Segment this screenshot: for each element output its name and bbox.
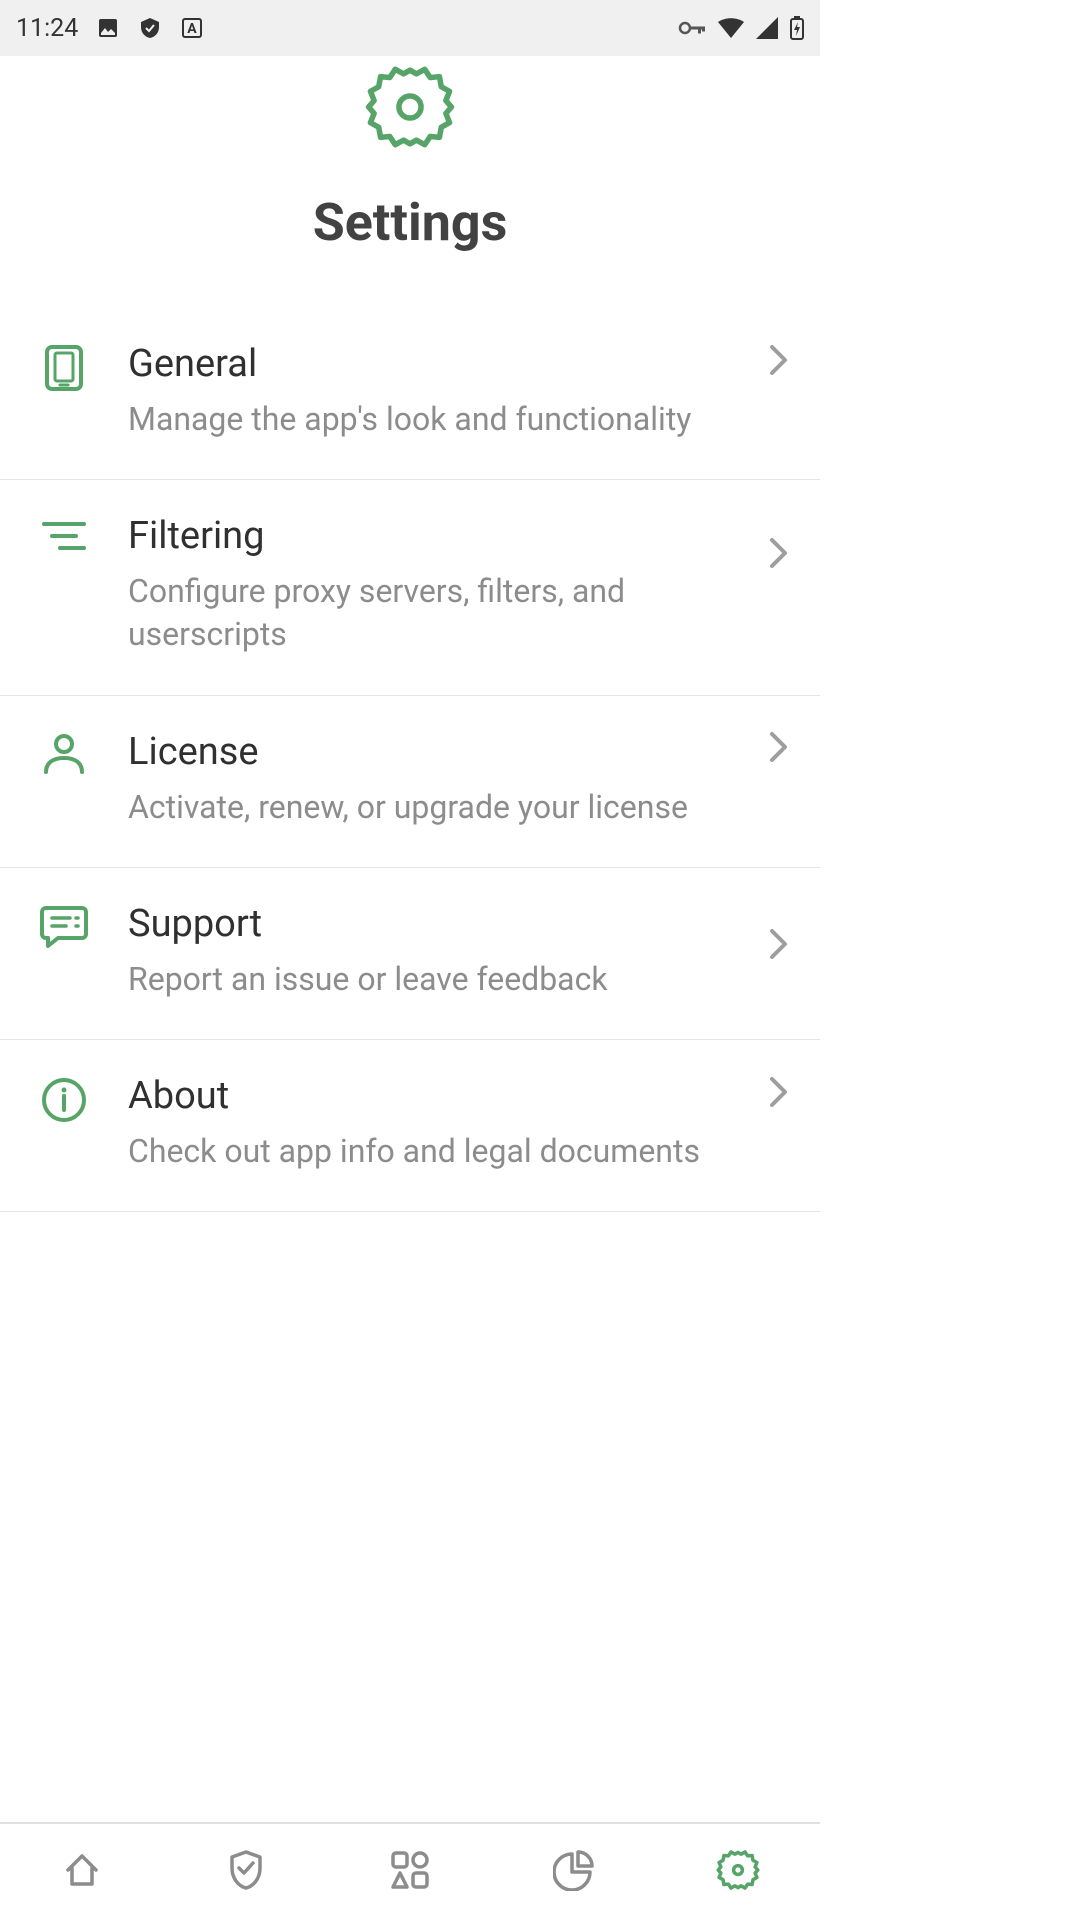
item-title: General (128, 342, 748, 386)
gear-icon (364, 61, 456, 157)
item-body: General Manage the app's look and functi… (128, 342, 768, 441)
item-subtitle: Report an issue or leave feedback (128, 958, 748, 1001)
image-icon (96, 16, 120, 40)
svg-text:A: A (188, 21, 198, 37)
apps-icon (389, 1849, 431, 1895)
item-subtitle: Configure proxy servers, filters, and us… (128, 570, 748, 656)
settings-item-license[interactable]: License Activate, renew, or upgrade your… (0, 696, 820, 868)
item-subtitle: Activate, renew, or upgrade your license (128, 786, 748, 829)
wifi-icon (718, 18, 744, 38)
settings-item-about[interactable]: About Check out app info and legal docum… (0, 1040, 820, 1212)
nav-apps[interactable] (328, 1824, 492, 1920)
home-icon (62, 1850, 102, 1894)
settings-item-general[interactable]: General Manage the app's look and functi… (0, 308, 820, 480)
settings-item-filtering[interactable]: Filtering Configure proxy servers, filte… (0, 480, 820, 695)
cellular-icon (756, 17, 778, 39)
item-body: About Check out app info and legal docum… (128, 1074, 768, 1173)
chevron-right-icon (768, 1075, 798, 1113)
chevron-right-icon (768, 927, 798, 965)
status-right (678, 16, 804, 40)
shield-check-icon (138, 16, 162, 40)
nav-settings[interactable] (656, 1824, 820, 1920)
item-subtitle: Check out app info and legal documents (128, 1130, 748, 1173)
item-title: Filtering (128, 514, 748, 558)
nav-stats[interactable] (492, 1824, 656, 1920)
item-body: Support Report an issue or leave feedbac… (128, 902, 768, 1001)
status-bar: 11:24 A (0, 0, 820, 56)
chevron-right-icon (768, 343, 798, 381)
item-body: Filtering Configure proxy servers, filte… (128, 514, 768, 656)
nav-home[interactable] (0, 1824, 164, 1920)
filter-icon (40, 516, 88, 556)
settings-list: General Manage the app's look and functi… (0, 308, 820, 1212)
shield-icon (226, 1848, 266, 1896)
bottom-nav (0, 1822, 820, 1920)
settings-item-support[interactable]: Support Report an issue or leave feedbac… (0, 868, 820, 1040)
chevron-right-icon (768, 730, 798, 768)
item-subtitle: Manage the app's look and functionality (128, 398, 748, 441)
page-header: Settings (0, 56, 820, 308)
item-title: Support (128, 902, 748, 946)
item-title: About (128, 1074, 748, 1118)
user-icon (40, 732, 88, 776)
status-time: 11:24 (16, 14, 78, 43)
pie-chart-icon (553, 1849, 595, 1895)
page-title: Settings (313, 192, 508, 253)
info-icon (40, 1076, 88, 1124)
font-icon: A (180, 16, 204, 40)
gear-icon (716, 1848, 760, 1896)
vpn-key-icon (678, 18, 706, 38)
phone-icon (40, 344, 88, 392)
item-title: License (128, 730, 748, 774)
battery-charging-icon (790, 16, 804, 40)
nav-protection[interactable] (164, 1824, 328, 1920)
item-body: License Activate, renew, or upgrade your… (128, 730, 768, 829)
chevron-right-icon (768, 536, 798, 574)
chat-icon (40, 904, 88, 948)
status-left: 11:24 A (16, 14, 204, 43)
